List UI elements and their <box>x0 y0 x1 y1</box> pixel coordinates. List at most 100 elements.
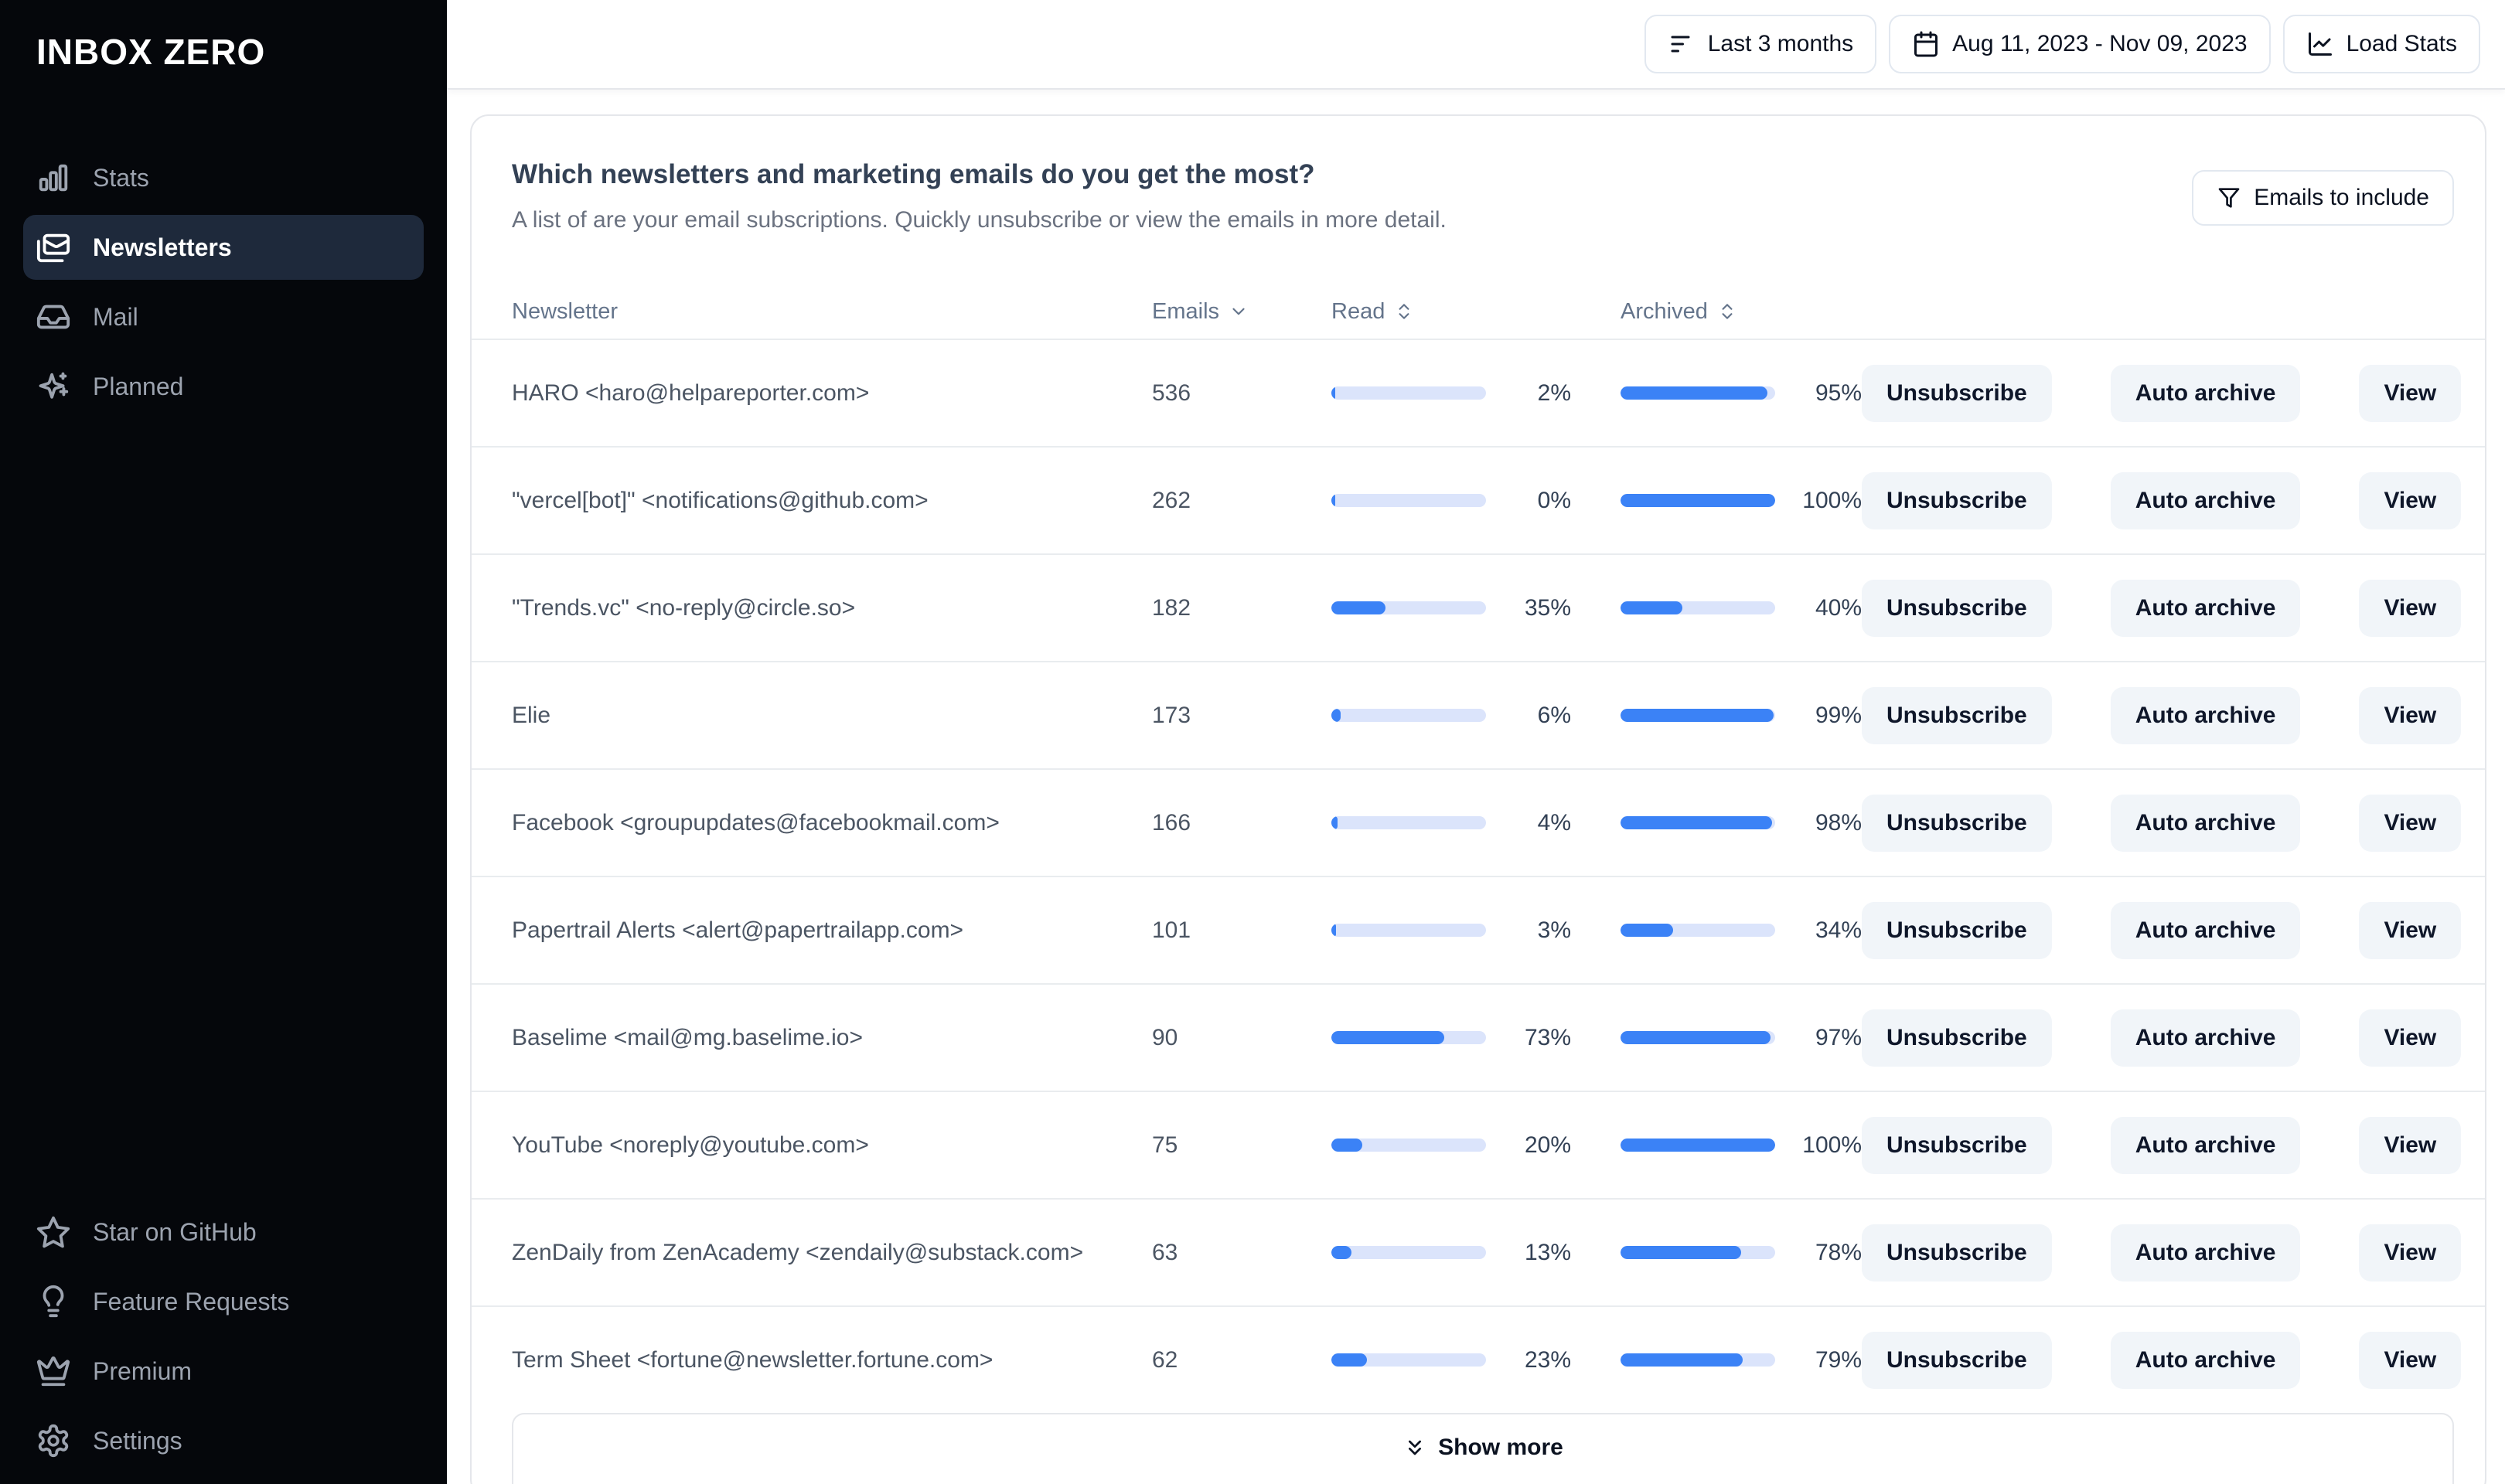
unsubscribe-button[interactable]: Unsubscribe <box>1862 1116 2052 1174</box>
auto-archive-button[interactable]: Auto archive <box>2110 1116 2301 1174</box>
table-body: HARO <haro@helpareporter.com> 536 2% 95%… <box>472 339 2485 1413</box>
table-row: YouTube <noreply@youtube.com> 75 20% 100… <box>472 1091 2485 1198</box>
show-more-button[interactable]: Show more <box>512 1413 2454 1484</box>
chevrons-up-down-icon <box>1399 304 1409 319</box>
unsubscribe-button[interactable]: Unsubscribe <box>1862 901 2052 959</box>
newsletter-name: ZenDaily from ZenAcademy <zendaily@subst… <box>512 1239 1084 1265</box>
unsubscribe-button[interactable]: Unsubscribe <box>1862 686 2052 744</box>
newsletter-name: "vercel[bot]" <notifications@github.com> <box>512 487 929 513</box>
sidebar-item-planned[interactable]: Planned <box>23 354 424 419</box>
column-header-emails[interactable]: Emails <box>1152 299 1331 325</box>
table-row: Papertrail Alerts <alert@papertrailapp.c… <box>472 876 2485 983</box>
read-cell: 73% <box>1331 1025 1571 1051</box>
archived-percent: 34% <box>1815 917 1862 943</box>
emails-count: 62 <box>1152 1346 1178 1373</box>
unsubscribe-button[interactable]: Unsubscribe <box>1862 1331 2052 1389</box>
auto-archive-button[interactable]: Auto archive <box>2110 794 2301 852</box>
emails-count: 173 <box>1152 702 1191 728</box>
sidebar-item-newsletters[interactable]: Newsletters <box>23 215 424 280</box>
view-button[interactable]: View <box>2359 1331 2462 1389</box>
auto-archive-button[interactable]: Auto archive <box>2110 471 2301 529</box>
emails-count: 536 <box>1152 380 1191 406</box>
read-progress-bar <box>1331 1139 1486 1152</box>
column-header-newsletter: Newsletter <box>512 298 618 324</box>
column-header-read[interactable]: Read <box>1331 299 1571 325</box>
newsletter-name: HARO <haro@helpareporter.com> <box>512 380 870 406</box>
archived-percent: 79% <box>1815 1346 1862 1373</box>
auto-archive-button[interactable]: Auto archive <box>2110 1331 2301 1389</box>
emails-to-include-button[interactable]: Emails to include <box>2192 170 2454 226</box>
read-percent: 73% <box>1524 1024 1571 1050</box>
read-progress-fill <box>1331 1031 1444 1044</box>
newsletters-card: Which newsletters and marketing emails d… <box>470 114 2486 1484</box>
auto-archive-button[interactable]: Auto archive <box>2110 579 2301 637</box>
view-button[interactable]: View <box>2359 1116 2462 1174</box>
auto-archive-button[interactable]: Auto archive <box>2110 686 2301 744</box>
view-button[interactable]: View <box>2359 471 2462 529</box>
unsubscribe-button[interactable]: Unsubscribe <box>1862 579 2052 637</box>
newsletter-name: Elie <box>512 702 551 728</box>
newsletter-name: Papertrail Alerts <alert@papertrailapp.c… <box>512 917 964 943</box>
column-header-archived[interactable]: Archived <box>1621 299 1862 325</box>
newsletter-name: Baselime <mail@mg.baselime.io> <box>512 1024 863 1050</box>
topbar: Last 3 months Aug 11, 2023 - Nov 09, 202… <box>447 0 2505 90</box>
archived-cell: 98% <box>1621 810 1862 836</box>
filter-lines-icon <box>1671 36 1690 53</box>
unsubscribe-button[interactable]: Unsubscribe <box>1862 364 2052 422</box>
chevrons-down-icon <box>1409 1440 1422 1455</box>
view-button[interactable]: View <box>2359 794 2462 852</box>
unsubscribe-button[interactable]: Unsubscribe <box>1862 1009 2052 1067</box>
view-button[interactable]: View <box>2359 579 2462 637</box>
sidebar-item-feature-requests[interactable]: Feature Requests <box>23 1269 424 1334</box>
unsubscribe-button[interactable]: Unsubscribe <box>1862 471 2052 529</box>
archived-progress-fill <box>1621 709 1774 722</box>
table-row: Elie 173 6% 99% Unsubscribe Auto archive… <box>472 661 2485 768</box>
archived-percent: 97% <box>1815 1024 1862 1050</box>
period-select-label: Last 3 months <box>1707 31 1854 56</box>
auto-archive-button[interactable]: Auto archive <box>2110 901 2301 959</box>
view-button[interactable]: View <box>2359 686 2462 744</box>
read-progress-bar <box>1331 601 1486 614</box>
read-cell: 4% <box>1331 810 1571 836</box>
sidebar-item-premium[interactable]: Premium <box>23 1339 424 1404</box>
read-progress-bar <box>1331 494 1486 507</box>
read-cell: 20% <box>1331 1132 1571 1159</box>
read-cell: 13% <box>1331 1240 1571 1266</box>
date-range-label: Aug 11, 2023 - Nov 09, 2023 <box>1952 31 2248 56</box>
gear-icon <box>38 1424 69 1458</box>
inbox-icon <box>36 305 70 329</box>
view-button[interactable]: View <box>2359 901 2462 959</box>
archived-percent: 98% <box>1815 809 1862 836</box>
auto-archive-button[interactable]: Auto archive <box>2110 1009 2301 1067</box>
read-progress-bar <box>1331 816 1486 829</box>
auto-archive-button[interactable]: Auto archive <box>2110 1224 2301 1281</box>
read-percent: 23% <box>1524 1346 1571 1373</box>
view-button[interactable]: View <box>2359 1009 2462 1067</box>
date-range-button[interactable]: Aug 11, 2023 - Nov 09, 2023 <box>1889 15 2271 73</box>
auto-archive-button[interactable]: Auto archive <box>2110 364 2301 422</box>
sidebar-item-settings[interactable]: Settings <box>23 1408 424 1473</box>
crown-icon <box>36 1356 70 1387</box>
sidebar-item-star-on-github[interactable]: Star on GitHub <box>23 1200 424 1264</box>
sidebar-item-label: Premium <box>93 1356 193 1385</box>
unsubscribe-button[interactable]: Unsubscribe <box>1862 1224 2052 1281</box>
sidebar-item-mail[interactable]: Mail <box>23 284 424 349</box>
read-progress-fill <box>1331 1353 1367 1367</box>
archived-progress-bar <box>1621 494 1775 507</box>
read-progress-bar <box>1331 709 1486 722</box>
view-button[interactable]: View <box>2359 364 2462 422</box>
read-progress-bar <box>1331 386 1486 400</box>
sidebar-item-stats[interactable]: Stats <box>23 145 424 210</box>
archived-cell: 79% <box>1621 1347 1862 1373</box>
archived-cell: 40% <box>1621 595 1862 621</box>
period-select-button[interactable]: Last 3 months <box>1644 15 1877 73</box>
emails-count: 262 <box>1152 487 1191 513</box>
sidebar-item-label: Planned <box>93 372 184 400</box>
unsubscribe-button[interactable]: Unsubscribe <box>1862 794 2052 852</box>
sidebar: INBOX ZERO Stats Newsletters Mail Planne… <box>0 0 447 1484</box>
load-stats-button[interactable]: Load Stats <box>2282 15 2480 73</box>
archived-cell: 95% <box>1621 380 1862 407</box>
view-button[interactable]: View <box>2359 1224 2462 1281</box>
bar-chart-icon <box>39 164 68 192</box>
read-percent: 35% <box>1524 594 1571 621</box>
